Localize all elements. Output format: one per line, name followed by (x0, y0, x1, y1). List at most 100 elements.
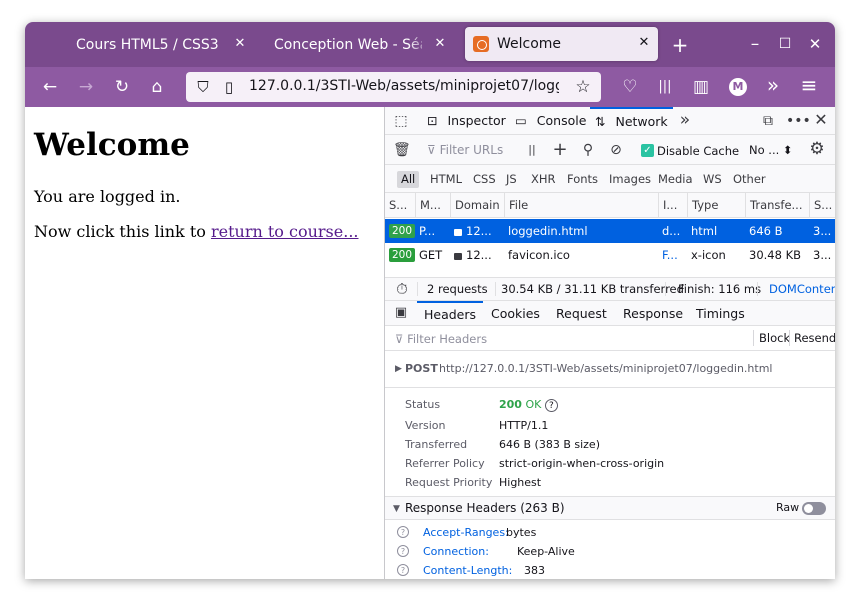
block-icon[interactable]: ⊘ (608, 140, 624, 160)
filter-js[interactable]: JS (502, 171, 521, 188)
tab-label: Welcome (497, 36, 562, 52)
search-icon[interactable]: ⚲ (580, 140, 596, 160)
throttling-select[interactable]: No ... ⬍ (749, 142, 793, 158)
filter-all[interactable]: All (397, 171, 420, 188)
close-icon[interactable]: ✕ (636, 35, 652, 50)
logged-in-text: You are logged in. (34, 187, 181, 206)
help-icon[interactable]: ? (544, 398, 558, 412)
stopwatch-icon[interactable]: ⏱ (393, 279, 411, 299)
request-summary-line[interactable]: ▶ POST http://127.0.0.1/3STI-Web/assets/… (385, 351, 835, 388)
tab-headers[interactable]: Headers (417, 301, 484, 326)
element-picker-icon[interactable]: ⬚ (392, 111, 410, 131)
tab-cookies[interactable]: Cookies (491, 301, 540, 326)
dom-content-loaded: DOMContentLoaded (769, 282, 835, 296)
raw-toggle[interactable] (802, 502, 826, 515)
forward-icon[interactable]: → (75, 77, 97, 97)
collapse-triangle-icon[interactable]: ▼ (393, 501, 400, 517)
filter-css[interactable]: CSS (469, 171, 500, 188)
filter-other[interactable]: Other (729, 171, 770, 188)
expand-triangle-icon[interactable]: ▶ (395, 361, 402, 377)
filter-urls-input[interactable]: ⊽ Filter URLs (427, 143, 503, 157)
table-row[interactable]: 200 GET 12... favicon.ico F... x-icon 30… (385, 243, 835, 267)
help-icon[interactable]: ? (397, 545, 409, 557)
column-size[interactable]: S... (809, 193, 835, 218)
tab-label: Conception Web - Séance (274, 37, 422, 53)
close-icon[interactable]: ✕ (232, 36, 248, 51)
options-menu-icon[interactable]: ••• (786, 111, 811, 131)
close-window-icon[interactable]: ✕ (805, 34, 825, 54)
url-bar[interactable]: ⛉ ▯ 127.0.0.1/3STI-Web/assets/miniprojet… (186, 72, 601, 102)
page-info-icon[interactable]: ▯ (220, 77, 238, 97)
filter-xhr[interactable]: XHR (527, 171, 560, 188)
tab-label: Inspector (447, 113, 506, 128)
return-to-course-link[interactable]: return to course... (211, 222, 359, 241)
header-value: Keep-Alive (517, 545, 575, 558)
column-initiator[interactable]: I... (658, 193, 687, 218)
referrer-policy-value: strict-origin-when-cross-origin (499, 457, 665, 470)
trash-icon[interactable]: 🗑 (393, 140, 411, 160)
minimize-icon[interactable]: – (745, 34, 765, 54)
toggle-sidebar-icon[interactable]: ▣ (393, 303, 409, 323)
hamburger-menu-icon[interactable]: ≡ (798, 75, 820, 95)
filter-urls-placeholder: Filter URLs (439, 143, 504, 157)
new-tab-icon[interactable]: + (670, 35, 690, 55)
tab-inspector[interactable]: ⊡ Inspector (427, 107, 506, 135)
tab-network[interactable]: ⇅ Network (590, 107, 673, 135)
network-toolbar: 🗑 ⊽ Filter URLs || + ⚲ ⊘ ✓ Disable Cache… (385, 135, 835, 165)
pocket-icon[interactable]: ♡ (619, 77, 641, 97)
table-row[interactable]: 200 P... 12... loggedin.html d... html 6… (385, 219, 835, 243)
tab-request[interactable]: Request (556, 301, 607, 326)
tab-console[interactable]: ▭ Console (515, 107, 586, 135)
help-icon[interactable]: ? (397, 564, 409, 576)
status-value: 200 OK ? (499, 397, 558, 413)
disable-cache-checkbox[interactable]: ✓ (641, 144, 654, 157)
help-icon[interactable]: ? (397, 526, 409, 538)
filter-headers-input[interactable]: ⊽ Filter Headers (395, 332, 487, 346)
shield-icon[interactable]: ⛉ (194, 77, 212, 97)
filter-ws[interactable]: WS (699, 171, 726, 188)
sidebar-icon[interactable]: ▥ (690, 77, 712, 97)
filter-media[interactable]: Media (654, 171, 697, 188)
tab-label: Network (615, 114, 668, 129)
library-icon[interactable]: ||| (654, 77, 676, 97)
reload-icon[interactable]: ↻ (111, 77, 133, 97)
tab-welcome[interactable]: Welcome ✕ (465, 27, 658, 61)
request-priority-value: Highest (499, 476, 542, 489)
column-transferred[interactable]: Transfe... (745, 193, 809, 218)
add-request-icon[interactable]: + (552, 140, 568, 160)
back-icon[interactable]: ← (39, 77, 61, 97)
account-avatar[interactable]: M (729, 78, 747, 96)
tab-response[interactable]: Response (623, 301, 683, 326)
column-file[interactable]: File (504, 193, 658, 218)
dock-icon[interactable]: ⧉ (759, 111, 777, 131)
home-icon[interactable]: ⌂ (146, 77, 168, 97)
column-domain[interactable]: Domain (450, 193, 504, 218)
close-devtools-icon[interactable]: ✕ (813, 110, 829, 130)
filter-fonts[interactable]: Fonts (563, 171, 602, 188)
response-headers-section[interactable]: ▼ Response Headers (263 B) Raw (385, 496, 835, 520)
column-method[interactable]: M... (415, 193, 450, 218)
settings-gear-icon[interactable]: ⚙ (808, 139, 826, 159)
tab-cours-html5[interactable]: Cours HTML5 / CSS3 ✕ (62, 28, 254, 62)
pause-icon[interactable]: || (525, 140, 539, 160)
page-content: Welcome You are logged in. Now click thi… (25, 107, 384, 579)
block-button[interactable]: Block (753, 330, 790, 346)
bookmark-star-icon[interactable]: ☆ (574, 77, 592, 97)
favicon-icon (473, 36, 489, 52)
filter-images[interactable]: Images (605, 171, 655, 188)
tab-conception-web[interactable]: Conception Web - Séance ✕ (260, 28, 454, 62)
more-tools-chevron-icon[interactable]: » (677, 110, 693, 130)
header-name: Connection: (423, 545, 489, 558)
close-icon[interactable]: ✕ (432, 36, 448, 51)
initiator-cell[interactable]: F... (658, 243, 687, 267)
resend-button[interactable]: Resend (789, 330, 835, 346)
column-type[interactable]: Type (687, 193, 745, 218)
type-cell: html (691, 224, 718, 238)
overflow-chevron-icon[interactable]: » (762, 75, 784, 95)
tab-timings[interactable]: Timings (696, 301, 745, 326)
column-status[interactable]: S... (385, 193, 415, 218)
maximize-icon[interactable]: ☐ (775, 34, 795, 54)
domain-cell: 12... (450, 219, 504, 243)
filter-html[interactable]: HTML (426, 171, 466, 188)
url-text[interactable]: 127.0.0.1/3STI-Web/assets/miniprojet07/l… (249, 78, 559, 94)
